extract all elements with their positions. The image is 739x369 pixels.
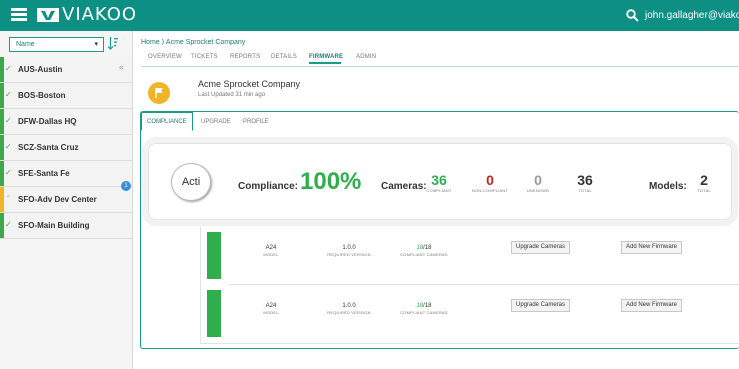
tab-overview[interactable]: OVERVIEW — [148, 54, 182, 60]
site-item-label: AUS-Austin — [18, 65, 63, 74]
firmware-status-bar — [207, 290, 221, 337]
model-value: A24 — [265, 245, 277, 251]
site-status-bar — [0, 213, 4, 238]
camera-stat: 36 TOTAL — [555, 172, 615, 194]
breadcrumb[interactable]: Home ⟩ Acme Sprocket Company — [141, 38, 245, 46]
site-sidebar: Name ▾ ✓ AUS-Austin ✓ BOS-Boston ✓ DFW-Dallas… — [0, 31, 133, 369]
compliant-cell: 18/18 COMPLIANT CAMERAS — [389, 244, 459, 258]
hamburger-menu-icon[interactable] — [11, 8, 27, 21]
tab-tickets[interactable]: TICKETS — [191, 54, 218, 60]
compliant-cell: 18/18 COMPLIANT CAMERAS — [389, 302, 459, 316]
warning-icon: ⌃ — [5, 194, 12, 203]
firmware-row: A24 MODEL 1.0.0 REQUIRED VERSION 18/18 COMPLI… — [201, 227, 739, 283]
tab-admin[interactable]: ADMIN — [356, 54, 376, 60]
compliant-value: 18/18 — [389, 244, 459, 252]
subtab-upgrade[interactable]: UPGRADE — [201, 119, 231, 125]
firmware-row-divider — [229, 284, 739, 285]
model-value: A24 — [265, 303, 277, 309]
site-item[interactable]: ⌃ SFO-Adv Dev Center 1 — [0, 181, 132, 213]
check-icon: ✓ — [5, 64, 12, 73]
site-item[interactable]: ✓ AUS-Austin — [0, 57, 132, 83]
add-new-firmware-button[interactable]: Add New Firmware — [621, 241, 683, 254]
user-menu[interactable]: john.gallagher@viakoo.com — [645, 9, 739, 22]
models-caption: TOTAL — [697, 188, 711, 193]
active-tab-underline — [309, 62, 341, 64]
site-status-bar — [0, 135, 4, 160]
site-item-label: SFO-Main Building — [18, 221, 90, 230]
site-status-bar — [0, 109, 4, 134]
version-value: 1.0.0 — [342, 303, 356, 309]
models-stat: 2 TOTAL — [674, 172, 734, 194]
version-value: 1.0.0 — [342, 245, 356, 251]
compliance-label: Compliance: — [238, 181, 299, 192]
site-item[interactable]: ✓ SCZ-Santa Cruz — [0, 135, 132, 161]
site-item[interactable]: ✓ SFO-Main Building — [0, 213, 132, 239]
collapse-sidebar-icon[interactable]: « — [119, 62, 124, 72]
upgrade-cameras-button[interactable]: Upgrade Cameras — [511, 299, 571, 312]
firmware-row: A24 MODEL 1.0.0 REQUIRED VERSION 18/18 COMPLI… — [201, 285, 739, 341]
vendor-logo: Acti — [171, 163, 211, 201]
chevron-down-icon: ▾ — [94, 41, 98, 48]
site-item-label: BOS-Boston — [18, 91, 66, 100]
models-value: 2 — [700, 172, 708, 188]
model-cell: A24 MODEL — [236, 244, 306, 258]
site-name: Acme Sprocket Company — [198, 79, 301, 89]
model-caption: MODEL — [263, 252, 279, 257]
version-caption: REQUIRED VERSION — [327, 310, 371, 315]
upgrade-cameras-button[interactable]: Upgrade Cameras — [511, 241, 571, 254]
sort-select-value: Name — [16, 41, 35, 48]
compliant-caption: COMPLIANT CAMERAS — [400, 310, 448, 315]
site-item[interactable]: ✓ SFE-Santa Fe — [0, 161, 132, 187]
tab-details[interactable]: DETAILS — [271, 54, 297, 60]
site-item-label: SCZ-Santa Cruz — [18, 143, 79, 152]
site-item[interactable]: ✓ DFW-Dallas HQ — [0, 109, 132, 135]
site-status-bar — [0, 161, 4, 186]
top-bar: VIAKOO john.gallagher@viakoo.com — [0, 0, 739, 31]
search-icon[interactable] — [626, 9, 639, 22]
site-list: ✓ AUS-Austin ✓ BOS-Boston ✓ DFW-Dallas HQ ✓ SCZ… — [0, 57, 132, 239]
app-logo-text: VIAKOO — [62, 4, 138, 25]
tab-reports[interactable]: REPORTS — [230, 54, 260, 60]
total-count: /18 — [423, 245, 432, 251]
sort-order-icon[interactable] — [108, 37, 118, 50]
total-count: /18 — [423, 303, 432, 309]
firmware-status-bar — [207, 232, 221, 279]
site-item-label: DFW-Dallas HQ — [18, 117, 77, 126]
viakoo-logo-icon — [37, 8, 59, 22]
site-item-label: SFO-Adv Dev Center — [18, 195, 97, 204]
tab-firmware[interactable]: FIRMWARE — [309, 54, 343, 60]
version-cell: 1.0.0 REQUIRED VERSION — [314, 302, 384, 316]
check-icon: ✓ — [5, 90, 12, 99]
compliant-caption: COMPLIANT CAMERAS — [400, 252, 448, 257]
stat-caption: TOTAL — [578, 188, 592, 193]
version-cell: 1.0.0 REQUIRED VERSION — [314, 244, 384, 258]
subtab-profile[interactable]: PROFILE — [243, 119, 269, 125]
site-item[interactable]: ✓ BOS-Boston — [0, 83, 132, 109]
site-status-bar — [0, 57, 4, 82]
check-icon: ✓ — [5, 116, 12, 125]
model-caption: MODEL — [263, 310, 279, 315]
check-icon: ✓ — [5, 142, 12, 151]
subtab-compliance[interactable]: COMPLIANCE — [147, 119, 187, 125]
notification-badge: 1 — [121, 181, 131, 191]
version-caption: REQUIRED VERSION — [327, 252, 371, 257]
add-new-firmware-button[interactable]: Add New Firmware — [621, 299, 683, 312]
check-icon: ✓ — [5, 168, 12, 177]
stat-value: 36 — [577, 172, 593, 188]
check-icon: ✓ — [5, 220, 12, 229]
firmware-list: A24 MODEL 1.0.0 REQUIRED VERSION 18/18 COMPLI… — [200, 227, 739, 344]
site-flag-icon — [148, 82, 170, 104]
sort-select[interactable]: Name ▾ — [9, 37, 104, 52]
tabs-divider — [141, 66, 739, 67]
compliance-value: 100% — [300, 168, 362, 195]
compliant-value: 18/18 — [389, 302, 459, 310]
site-status-bar — [0, 187, 4, 212]
site-item-label: SFE-Santa Fe — [18, 169, 70, 178]
sort-row: Name ▾ — [0, 31, 132, 57]
site-status-bar — [0, 83, 4, 108]
model-cell: A24 MODEL — [236, 302, 306, 316]
last-updated: Last Updated 31 min ago — [198, 92, 266, 98]
